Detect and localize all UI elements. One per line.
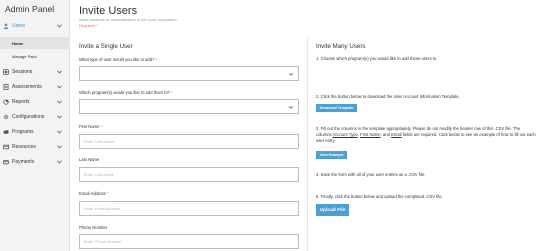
phone-field[interactable] (79, 234, 299, 249)
sidebar-subitem-manage-pairs[interactable]: Manage Pairs (0, 50, 70, 62)
user-type-label: What type of user would you like to add?… (79, 57, 158, 62)
sidebar-subitem-home[interactable]: Home (0, 37, 70, 49)
sessions-icon (3, 69, 9, 75)
programs-label: Which program(s) would you like to add t… (79, 90, 173, 95)
assessments-icon (3, 84, 9, 90)
download-template-button[interactable]: Download Template (316, 104, 357, 112)
step-4-text: 4. Save the form with all of your user e… (316, 172, 426, 177)
main-content: Invite Users Invite students or administ… (70, 0, 544, 251)
resources-icon (3, 144, 9, 150)
sidebar-item-resources[interactable]: Resources (0, 141, 70, 153)
column-divider (307, 37, 308, 251)
brand-title: Admin Panel (5, 4, 55, 14)
sidebar-item-label: Programs (12, 129, 34, 135)
upload-file-button[interactable]: Upload File (316, 204, 349, 216)
chevron-down-icon (56, 83, 63, 90)
step-2-text: 2. Click the button below to download th… (316, 94, 460, 99)
chevron-down-icon (56, 128, 63, 135)
sidebar-item-assessments[interactable]: Assessments (0, 81, 70, 93)
sidebar-item-reports[interactable]: Reports (0, 96, 70, 108)
step-5-text: 5. Finally, click the button below and u… (316, 194, 443, 199)
first-name-input[interactable] (80, 135, 298, 148)
view-example-button[interactable]: View Example (316, 151, 347, 159)
sidebar-item-label: Reports (12, 99, 30, 105)
reports-icon (3, 99, 9, 105)
email-label: Email Address * (79, 191, 109, 196)
required-note: Required * (79, 23, 98, 28)
sidebar-item-sessions[interactable]: Sessions (0, 66, 70, 78)
first-name-label: First Name * (79, 124, 103, 129)
sidebar-item-label: Sessions (12, 69, 33, 75)
programs-icon (3, 129, 9, 135)
chevron-down-icon (56, 98, 63, 105)
chevron-down-icon (56, 113, 63, 120)
chevron-down-icon (288, 71, 294, 77)
sidebar-item-programs[interactable]: Programs (0, 126, 70, 138)
chevron-down-icon (56, 68, 63, 75)
sidebar-item-users[interactable]: Users (0, 20, 70, 32)
user-type-select[interactable] (79, 66, 299, 81)
sidebar: Admin Panel Users Home Manage Pairs Sess… (0, 0, 70, 251)
last-name-field[interactable] (79, 167, 299, 182)
programs-select[interactable] (79, 99, 299, 114)
chevron-down-icon (288, 104, 294, 110)
sidebar-subitem-label: Home (12, 41, 24, 46)
phone-input[interactable] (80, 235, 298, 248)
gear-icon (3, 114, 9, 120)
last-name-input[interactable] (80, 168, 298, 181)
page-subtitle: Invite students or administrators to joi… (79, 17, 177, 22)
users-icon (3, 23, 9, 29)
email-field[interactable] (79, 201, 299, 216)
sidebar-item-label: Payments (12, 159, 35, 165)
payments-icon (3, 159, 9, 165)
chevron-down-icon (56, 158, 63, 165)
first-name-field[interactable] (79, 134, 299, 149)
chevron-down-icon (56, 22, 63, 29)
sidebar-item-configurations[interactable]: Configurations (0, 111, 70, 123)
email-input[interactable] (80, 202, 298, 215)
last-name-label: Last Name (79, 157, 100, 162)
phone-label: Phone Number (79, 225, 108, 230)
sidebar-item-payments[interactable]: Payments (0, 156, 70, 168)
many-invite-title: Invite Many Users (316, 43, 366, 50)
sidebar-item-label: Assessments (12, 84, 42, 90)
step-3-text: 3. Fill out the columns in the template … (316, 126, 536, 143)
sidebar-item-label: Resources (12, 144, 36, 150)
step-1-text: 1. Choose which program(s) you would lik… (316, 56, 438, 61)
single-invite-title: Invite a Single User (79, 43, 133, 50)
sidebar-item-label: Configurations (12, 114, 45, 120)
sidebar-subitem-label: Manage Pairs (12, 54, 37, 59)
page-title: Invite Users (79, 5, 138, 17)
sidebar-item-label: Users (12, 23, 26, 29)
chevron-down-icon (56, 143, 63, 150)
